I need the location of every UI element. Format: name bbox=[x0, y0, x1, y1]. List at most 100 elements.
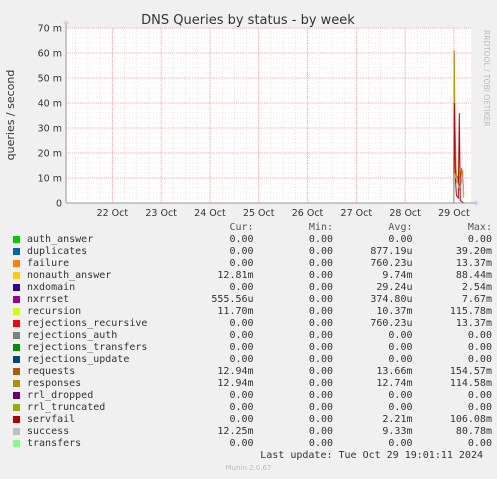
legend-min-value: 0.00 bbox=[308, 438, 334, 449]
y-axis-label: queries / second bbox=[4, 70, 17, 161]
legend-table: Cur: Min: Avg: Max: auth_answer 0.00 0.00 0… bbox=[12, 222, 492, 450]
legend-series-name: transfers bbox=[27, 438, 82, 449]
legend-series-name: failure bbox=[27, 258, 70, 269]
chart: DNS Queries by status - by week queries … bbox=[4, 13, 491, 219]
legend-row: success 12.25m 0.00 9.33m 80.78m bbox=[12, 426, 492, 438]
legend-row: recursion 11.70m 0.00 10.37m 115.78m bbox=[12, 306, 492, 318]
x-tick-label: 22 Oct bbox=[97, 208, 129, 219]
legend-min-value: 0.00 bbox=[308, 390, 334, 401]
legend-cur-value: 12.94m bbox=[217, 378, 254, 389]
legend-series-name: duplicates bbox=[27, 246, 88, 257]
legend-cur-value: 0.00 bbox=[229, 234, 254, 245]
legend-avg-value: 0.00 bbox=[388, 354, 413, 365]
legend-min-value: 0.00 bbox=[308, 270, 334, 281]
legend-cur-value: 0.00 bbox=[229, 330, 254, 341]
legend-header: Cur: Min: Avg: Max: bbox=[12, 222, 492, 234]
plot-area bbox=[66, 28, 471, 203]
legend-swatch bbox=[13, 284, 20, 291]
legend-min-value: 0.00 bbox=[308, 414, 334, 425]
legend-series-name: success bbox=[27, 426, 70, 437]
legend-row: servfail 0.00 0.00 2.21m 106.08m bbox=[12, 414, 492, 426]
legend-series-name: nonauth_answer bbox=[27, 270, 112, 281]
legend-swatch bbox=[13, 260, 20, 267]
legend-swatch bbox=[13, 416, 20, 423]
legend-avg-value: 0.00 bbox=[388, 438, 413, 449]
legend-swatch bbox=[13, 272, 20, 279]
legend-max-value: 114.58m bbox=[449, 378, 492, 389]
legend-series-name: rejections_transfers bbox=[27, 342, 148, 353]
legend-avg-value: 0.00 bbox=[388, 390, 413, 401]
y-tick-label: 20 m bbox=[38, 149, 62, 160]
legend-min-value: 0.00 bbox=[308, 294, 334, 305]
legend-cur-value: 0.00 bbox=[229, 258, 254, 269]
legend-max-value: 0.00 bbox=[467, 342, 492, 353]
y-tick-label: 40 m bbox=[38, 99, 62, 110]
legend-cur-value: 12.94m bbox=[217, 366, 254, 377]
y-tick-label: 70 m bbox=[38, 24, 62, 35]
legend-row: rejections_update 0.00 0.00 0.00 0.00 bbox=[12, 354, 492, 366]
legend-row: rejections_transfers 0.00 0.00 0.00 0.00 bbox=[12, 342, 492, 354]
legend-row: duplicates 0.00 0.00 877.19u 39.20m bbox=[12, 246, 492, 258]
legend-series-name: rejections_recursive bbox=[27, 318, 148, 329]
y-axis-arrow bbox=[63, 20, 69, 24]
legend-swatch bbox=[13, 428, 20, 435]
x-axis-arrow bbox=[475, 200, 479, 206]
legend-cur-value: 0.00 bbox=[229, 402, 254, 413]
legend-series-name: nxdomain bbox=[27, 282, 76, 293]
legend-max-value: 39.20m bbox=[455, 246, 492, 257]
legend-max-value: 0.00 bbox=[467, 330, 492, 341]
legend-swatch bbox=[13, 308, 20, 315]
legend-cur-value: 12.25m bbox=[217, 426, 254, 437]
x-tick-label: 28 Oct bbox=[389, 208, 421, 219]
avg-header: Avg: bbox=[388, 222, 413, 233]
legend-min-value: 0.00 bbox=[308, 258, 334, 269]
legend-series-name: rejections_auth bbox=[27, 330, 118, 341]
legend-min-value: 0.00 bbox=[308, 426, 334, 437]
x-tick-label: 23 Oct bbox=[145, 208, 177, 219]
legend-max-value: 0.00 bbox=[467, 354, 492, 365]
legend-max-value: 7.67m bbox=[461, 294, 492, 305]
legend-series-name: rrl_dropped bbox=[27, 390, 94, 401]
legend-series-name: auth_answer bbox=[27, 234, 94, 245]
y-tick-label: 60 m bbox=[38, 49, 62, 60]
legend-max-value: 106.08m bbox=[449, 414, 492, 425]
legend-row: nxdomain 0.00 0.00 29.24u 2.54m bbox=[12, 282, 492, 294]
legend-max-value: 115.78m bbox=[449, 306, 492, 317]
legend-cur-value: 12.81m bbox=[217, 270, 254, 281]
legend-avg-value: 374.80u bbox=[370, 294, 413, 305]
legend-avg-value: 9.33m bbox=[382, 426, 413, 437]
legend-max-value: 2.54m bbox=[461, 282, 492, 293]
legend-avg-value: 29.24u bbox=[376, 282, 413, 293]
legend-series-name: servfail bbox=[27, 414, 76, 425]
legend-swatch bbox=[13, 440, 20, 447]
legend-series-name: rejections_update bbox=[27, 354, 130, 365]
legend-swatch bbox=[13, 392, 20, 399]
legend-max-value: 88.44m bbox=[455, 270, 492, 281]
legend-swatch bbox=[13, 356, 20, 363]
legend-avg-value: 760.23u bbox=[370, 258, 413, 269]
legend-series-name: nxrrset bbox=[27, 294, 70, 305]
cur-header: Cur: bbox=[229, 222, 254, 233]
x-tick-label: 25 Oct bbox=[243, 208, 275, 219]
last-update: Last update: Tue Oct 29 19:01:11 2024 bbox=[260, 450, 483, 461]
legend-swatch bbox=[13, 368, 20, 375]
legend-cur-value: 11.70m bbox=[217, 306, 254, 317]
legend-row: rejections_recursive 0.00 0.00 760.23u 13.37… bbox=[12, 318, 492, 330]
legend-series-name: responses bbox=[27, 378, 82, 389]
y-tick-label: 30 m bbox=[38, 124, 62, 135]
legend-swatch bbox=[13, 380, 20, 387]
legend-cur-value: 0.00 bbox=[229, 342, 254, 353]
legend-row: rrl_truncated 0.00 0.00 0.00 0.00 bbox=[12, 402, 492, 414]
legend-min-value: 0.00 bbox=[308, 378, 334, 389]
legend-cur-value: 0.00 bbox=[229, 414, 254, 425]
legend-cur-value: 0.00 bbox=[229, 438, 254, 449]
legend-min-value: 0.00 bbox=[308, 234, 334, 245]
legend-cur-value: 555.56u bbox=[211, 294, 254, 305]
min-header: Min: bbox=[308, 222, 334, 233]
legend-min-value: 0.00 bbox=[308, 282, 334, 293]
legend-max-value: 154.57m bbox=[449, 366, 492, 377]
x-tick-label: 27 Oct bbox=[341, 208, 373, 219]
legend-swatch bbox=[13, 404, 20, 411]
legend-row: auth_answer 0.00 0.00 0.00 0.00 bbox=[12, 234, 492, 246]
legend-max-value: 0.00 bbox=[467, 390, 492, 401]
